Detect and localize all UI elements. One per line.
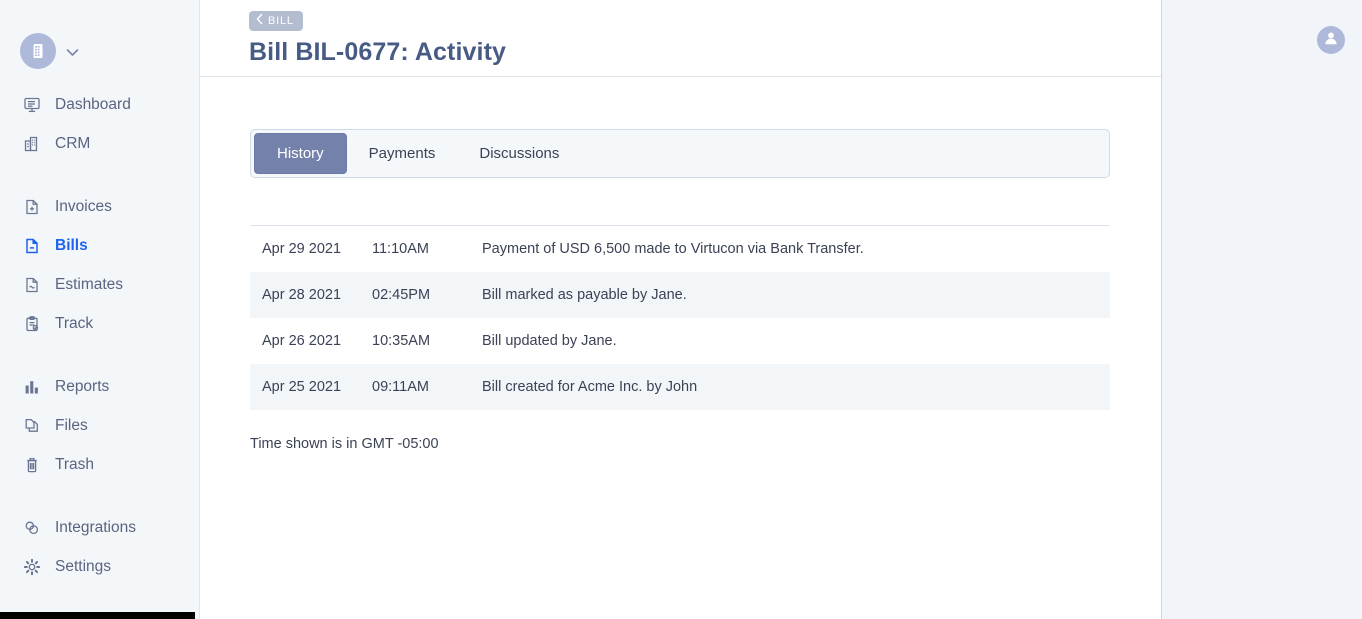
tab-label: Discussions (479, 145, 560, 162)
sidebar-item-reports[interactable]: Reports (0, 367, 199, 406)
sidebar-item-label: Bills (55, 236, 88, 254)
sidebar-item-label: Trash (55, 455, 95, 473)
document-plus-icon (22, 197, 41, 216)
cell-date: Apr 28 2021 (262, 287, 342, 303)
sidebar-bottom-bar (0, 612, 195, 619)
cell-description: Bill marked as payable by Jane. (482, 287, 687, 303)
sidebar-item-label: Integrations (55, 518, 136, 536)
cell-description: Payment of USD 6,500 made to Virtucon vi… (482, 241, 864, 257)
sidebar-item-label: Estimates (55, 275, 124, 293)
table-row[interactable]: Apr 26 2021 10:35AM Bill updated by Jane… (250, 318, 1110, 364)
nav-group-system: Integrations Settings (0, 508, 199, 586)
cell-date: Apr 25 2021 (262, 379, 342, 395)
cell-time: 09:11AM (372, 379, 429, 395)
content-panel: BILL Bill BIL-0677: Activity History Pay… (200, 0, 1162, 619)
cell-description: Bill updated by Jane. (482, 333, 617, 349)
timezone-note: Time shown is in GMT -05:00 (250, 436, 439, 452)
dashboard-monitor-icon (22, 95, 41, 114)
table-row[interactable]: Apr 28 2021 02:45PM Bill marked as payab… (250, 272, 1110, 318)
cell-description: Bill created for Acme Inc. by John (482, 379, 698, 395)
sidebar: Dashboard CRM Invoices Bills Estimates T… (0, 0, 200, 619)
sidebar-item-invoices[interactable]: Invoices (0, 187, 199, 226)
sidebar-item-estimates[interactable]: Estimates (0, 265, 199, 304)
document-minus-icon (22, 236, 41, 255)
badge-label: BILL (268, 15, 294, 27)
tab-history[interactable]: History (254, 133, 347, 174)
tab-discussions[interactable]: Discussions (457, 133, 581, 174)
nav-group-documents: Invoices Bills Estimates Track (0, 187, 199, 343)
nav-group-resources: Reports Files Trash (0, 367, 199, 484)
tab-label: Payments (368, 145, 436, 162)
sidebar-item-label: Settings (55, 557, 112, 575)
clipboard-check-icon (22, 314, 41, 333)
tab-label: History (277, 145, 324, 162)
cell-time: 11:10AM (372, 241, 429, 257)
sidebar-item-label: CRM (55, 134, 91, 152)
gear-icon (22, 557, 41, 576)
trash-icon (22, 455, 41, 474)
table-row[interactable]: Apr 25 2021 09:11AM Bill created for Acm… (250, 364, 1110, 410)
cell-time: 02:45PM (372, 287, 431, 303)
sidebar-item-label: Reports (55, 377, 110, 395)
brand-switcher[interactable] (0, 0, 199, 80)
overlapping-circles-icon (22, 518, 41, 537)
sidebar-item-dashboard[interactable]: Dashboard (0, 85, 199, 124)
cell-date: Apr 29 2021 (262, 241, 342, 257)
avatar[interactable] (1317, 26, 1345, 54)
document-tilde-icon (22, 275, 41, 294)
chevron-down-icon[interactable] (66, 46, 79, 59)
sidebar-item-integrations[interactable]: Integrations (0, 508, 199, 547)
sidebar-item-settings[interactable]: Settings (0, 547, 199, 586)
tab-payments[interactable]: Payments (347, 133, 458, 174)
sidebar-item-trash[interactable]: Trash (0, 445, 199, 484)
cell-date: Apr 26 2021 (262, 333, 342, 349)
sidebar-item-crm[interactable]: CRM (0, 124, 199, 163)
sidebar-item-files[interactable]: Files (0, 406, 199, 445)
copy-files-icon (22, 416, 41, 435)
cell-time: 10:35AM (372, 333, 431, 349)
table-row[interactable]: Apr 29 2021 11:10AM Payment of USD 6,500… (250, 226, 1110, 272)
sidebar-item-label: Files (55, 416, 88, 434)
nav-group-main: Dashboard CRM (0, 85, 199, 163)
buildings-icon (22, 134, 41, 153)
user-avatar-icon (1322, 29, 1340, 52)
page-header: BILL Bill BIL-0677: Activity (200, 0, 1161, 77)
building-grid-icon (20, 33, 56, 69)
chevron-left-icon (256, 13, 263, 28)
page-title: Bill BIL-0677: Activity (249, 38, 506, 66)
sidebar-item-label: Track (55, 314, 94, 332)
activity-table: Apr 29 2021 11:10AM Payment of USD 6,500… (250, 225, 1110, 410)
bar-chart-icon (22, 377, 41, 396)
back-to-bill-badge[interactable]: BILL (249, 11, 303, 31)
sidebar-item-label: Invoices (55, 197, 112, 215)
sidebar-item-bills[interactable]: Bills (0, 226, 199, 265)
panel-body: History Payments Discussions Apr 29 2021… (200, 77, 1161, 452)
sidebar-item-track[interactable]: Track (0, 304, 199, 343)
sidebar-item-label: Dashboard (55, 95, 131, 113)
app-root: Dashboard CRM Invoices Bills Estimates T… (0, 0, 1362, 619)
tab-bar: History Payments Discussions (250, 129, 1110, 178)
